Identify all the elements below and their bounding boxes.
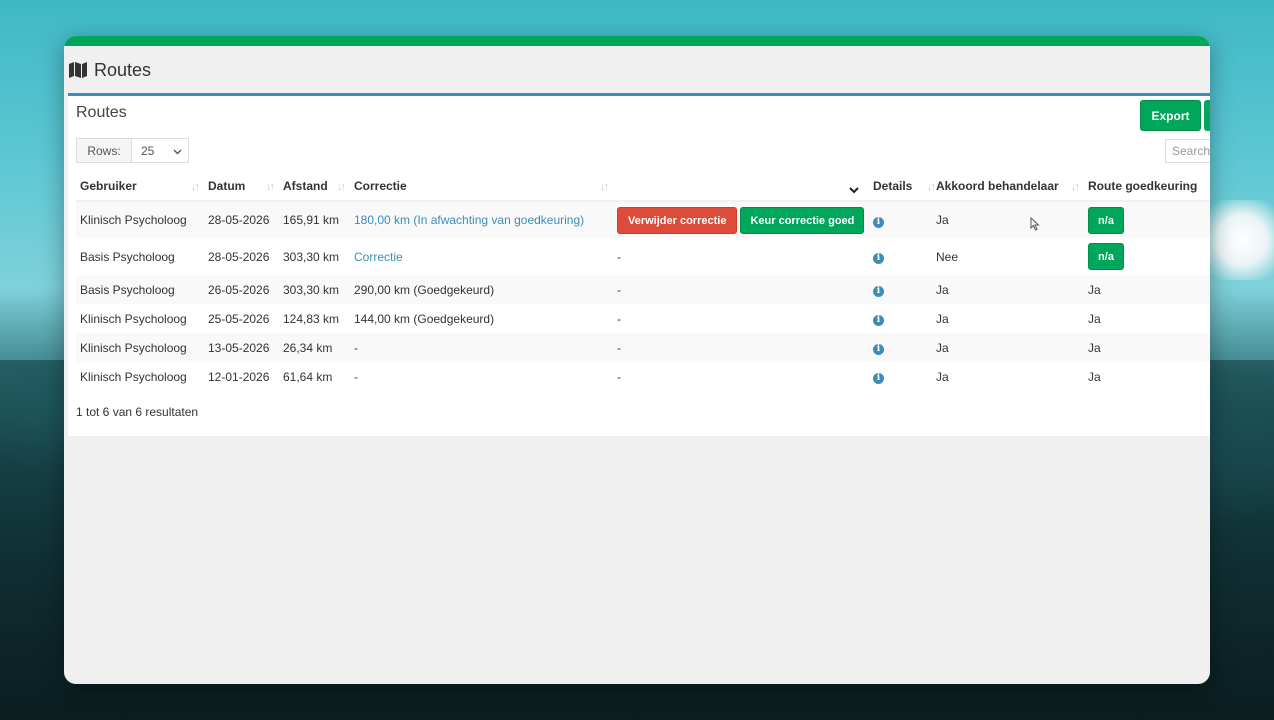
routes-table: Gebruiker ↓↑ Datum ↓↑ Afstand ↓↑ Correctie ↓… (76, 172, 1210, 391)
sort-icon: ↓↑ (191, 181, 200, 193)
cell-distance: 303,30 km (283, 249, 340, 264)
cell-approval: Ja (932, 275, 1084, 304)
cell-correction: Correctie (350, 238, 613, 275)
column-header-user[interactable]: Gebruiker ↓↑ (76, 172, 204, 202)
cell-details: i (869, 201, 932, 238)
top-accent-bar (64, 36, 1210, 46)
cell-approval: Ja (936, 311, 949, 326)
info-icon[interactable]: i (873, 344, 884, 355)
column-header-distance[interactable]: Afstand ↓↑ (279, 172, 350, 202)
chevron-down-icon[interactable] (849, 183, 859, 197)
table-row: Basis Psycholoog 26-05-2026 303,30 km 29… (76, 275, 1210, 304)
cell-actions: - (613, 275, 869, 304)
correction-link[interactable]: Correctie (354, 250, 403, 264)
table-row: Klinisch Psycholoog 12-01-2026 61,64 km … (76, 362, 1210, 391)
cell-date: 12-01-2026 (208, 369, 270, 384)
cell-user: Klinisch Psycholoog (80, 311, 187, 326)
cell-correction: - (350, 333, 613, 362)
cell-user: Basis Psycholoog (80, 249, 175, 264)
sort-icon: ↓↑ (337, 181, 346, 193)
cell-correction: 180,00 km (In afwachting van goedkeuring… (350, 201, 613, 238)
table-row: Klinisch Psycholoog 13-05-2026 26,34 km … (76, 333, 1210, 362)
cell-actions: Verwijder correctie Keur correctie goed (613, 201, 869, 238)
page-title: Routes (94, 59, 152, 80)
sort-icon: ↓↑ (600, 181, 609, 193)
cell-actions: - (617, 369, 621, 384)
chevron-down-icon (173, 144, 182, 158)
cell-correction: 290,00 km (Goedgekeurd) (350, 275, 613, 304)
column-header-route-approval[interactable]: Route goedkeuring↓↑ (1084, 172, 1210, 202)
cell-route-approval: n/a (1084, 201, 1210, 238)
cell-details: i (869, 333, 932, 362)
delete-correction-button[interactable]: Verwijder correctie (617, 206, 738, 234)
table-row: Klinisch Psycholoog 25-05-2026 124,83 km… (76, 304, 1210, 333)
cell-user: Klinisch Psycholoog (80, 369, 187, 384)
cell-actions: - (617, 249, 621, 264)
search-input[interactable]: Search (1165, 139, 1210, 163)
box-title: Routes (76, 104, 127, 121)
info-icon[interactable]: i (873, 315, 884, 326)
cell-route-approval: Ja (1084, 275, 1210, 304)
rows-label: Rows: (77, 139, 132, 162)
extra-action-button[interactable] (1204, 100, 1210, 131)
approve-correction-button[interactable]: Keur correctie goed (740, 206, 865, 234)
export-button[interactable]: Export (1140, 100, 1201, 131)
sort-icon: ↓↑ (266, 181, 275, 193)
cell-approval: Nee (936, 249, 959, 264)
cell-date: 25-05-2026 (208, 311, 270, 326)
cell-distance: 61,64 km (283, 369, 333, 384)
table-row: Basis Psycholoog 28-05-2026 303,30 km Co… (76, 238, 1210, 275)
cell-correction: 144,00 km (Goedgekeurd) (354, 311, 495, 326)
cell-approval: Ja (932, 333, 1084, 362)
cell-details: i (869, 304, 932, 333)
column-header-date[interactable]: Datum ↓↑ (204, 172, 279, 202)
cell-user: Basis Psycholoog (76, 275, 204, 304)
map-icon (68, 60, 88, 80)
page-header: Routes (64, 46, 1210, 94)
cell-date: 28-05-2026 (208, 249, 270, 264)
route-approval-button[interactable]: n/a (1088, 206, 1124, 234)
table-header-row: Gebruiker ↓↑ Datum ↓↑ Afstand ↓↑ Correctie ↓… (76, 172, 1210, 202)
cell-actions: - (617, 311, 621, 326)
rows-per-page-control: Rows: 25 (76, 138, 189, 163)
column-header-actions[interactable] (613, 172, 869, 202)
column-header-correction[interactable]: Correctie ↓↑ (350, 172, 613, 202)
cell-distance: 26,34 km (279, 333, 350, 362)
cell-route-approval: Ja (1084, 333, 1210, 362)
rows-select-value: 25 (141, 143, 155, 158)
info-icon[interactable]: i (873, 286, 884, 297)
cell-distance: 124,83 km (283, 311, 340, 326)
routes-box: Routes Export Rows: 25 Search Gebruiker … (68, 93, 1210, 436)
cell-distance: 165,91 km (279, 201, 350, 238)
mouse-cursor-icon (1030, 217, 1040, 231)
cell-route-approval: Ja (1088, 369, 1101, 384)
correction-link[interactable]: 180,00 km (In afwachting van goedkeuring… (354, 213, 584, 227)
info-icon[interactable]: i (873, 216, 884, 228)
cell-route-approval: n/a (1084, 238, 1210, 275)
cell-details: i (869, 238, 932, 275)
rows-select[interactable]: 25 (132, 139, 188, 162)
cell-date: 28-05-2026 (204, 201, 279, 238)
cell-date: 26-05-2026 (204, 275, 279, 304)
column-header-details[interactable]: Details ↓↑ (869, 172, 936, 202)
cell-details: i (869, 275, 932, 304)
sort-icon: ↓↑ (1071, 181, 1080, 193)
cell-distance: 303,30 km (279, 275, 350, 304)
column-header-approval[interactable]: Akkoord behandelaar ↓↑ (932, 172, 1084, 202)
cell-approval: Ja (936, 369, 949, 384)
cell-route-approval: Ja (1088, 311, 1101, 326)
cell-date: 13-05-2026 (204, 333, 279, 362)
cell-user: Klinisch Psycholoog (76, 201, 204, 238)
info-icon[interactable]: i (873, 373, 884, 384)
cell-actions: - (613, 333, 869, 362)
cell-approval: Ja (932, 201, 1084, 238)
results-summary: 1 tot 6 van 6 resultaten (76, 405, 199, 419)
cell-correction: - (354, 369, 358, 384)
info-icon[interactable]: i (873, 253, 884, 264)
cell-user: Klinisch Psycholoog (76, 333, 204, 362)
app-window: Routes Routes Export Rows: 25 Search Geb… (64, 36, 1210, 684)
route-approval-button[interactable]: n/a (1088, 243, 1124, 270)
cell-details: i (869, 362, 932, 391)
